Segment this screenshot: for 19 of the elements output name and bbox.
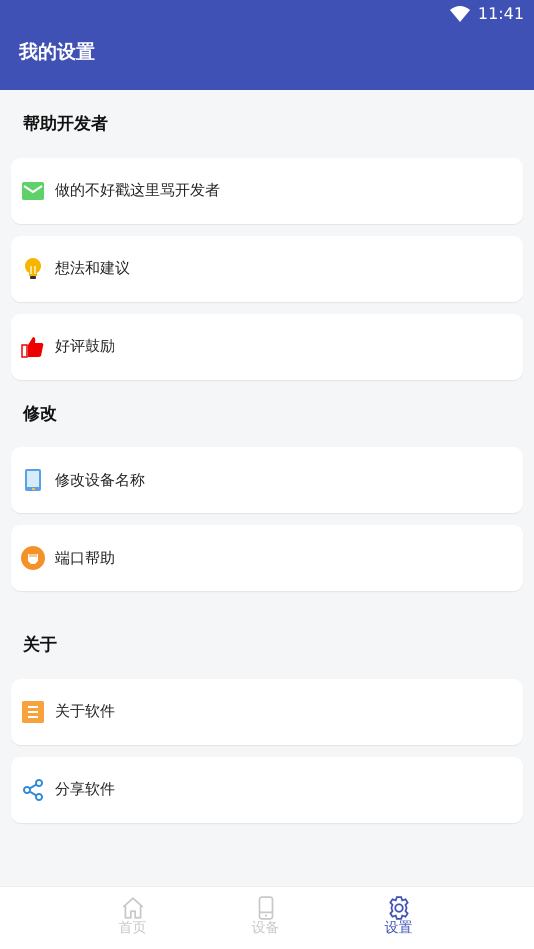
section-title: 帮助开发者 (23, 114, 108, 134)
settings-item[interactable]: 做的不好戳这里骂开发者 (11, 158, 523, 224)
home-icon (120, 895, 146, 921)
settings-item[interactable]: 好评鼓励 (11, 314, 523, 380)
settings-item[interactable]: 分享软件 (11, 756, 523, 822)
wifi-icon (450, 6, 470, 22)
thumbs-up-icon (21, 334, 45, 358)
settings-item[interactable]: 想法和建议 (11, 236, 523, 302)
settings-item[interactable]: 修改设备名称 (11, 447, 523, 513)
document-icon (21, 700, 45, 724)
app-title: 我的设置 (19, 41, 95, 63)
ethernet-port-icon (21, 546, 45, 570)
section-title: 修改 (23, 404, 57, 424)
section-title: 关于 (23, 635, 57, 655)
nav-tab[interactable]: 设置 (332, 887, 465, 949)
settings-item[interactable]: 端口帮助 (11, 525, 523, 591)
share-icon (21, 778, 45, 802)
settings-item[interactable]: 关于软件 (11, 678, 523, 744)
status-time: 11:41 (478, 3, 524, 25)
